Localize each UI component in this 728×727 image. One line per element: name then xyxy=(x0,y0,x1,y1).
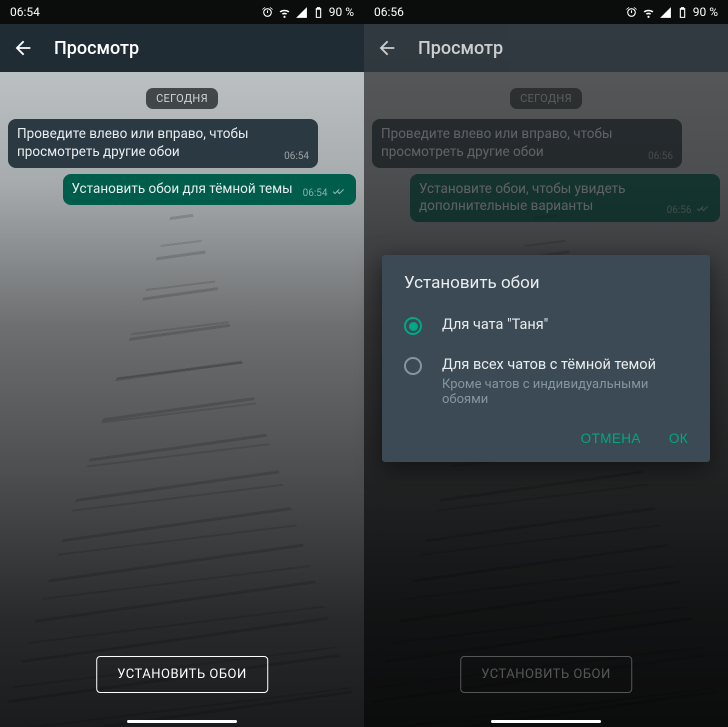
radio-label: Для всех чатов с тёмной темой xyxy=(442,355,688,375)
message-text: Установить обои для тёмной темы xyxy=(72,181,293,197)
radio-option-all-dark-chats[interactable]: Для всех чатов с тёмной темой Кроме чато… xyxy=(382,345,710,417)
alarm-icon xyxy=(261,6,274,19)
radio-icon xyxy=(404,317,422,335)
gesture-bar xyxy=(491,720,601,723)
status-bar: 06:56 90 % xyxy=(364,0,728,24)
battery-percent: 90 % xyxy=(693,5,718,19)
page-title: Просмотр xyxy=(418,38,503,59)
wifi-icon xyxy=(642,6,655,19)
screen-left: 06:54 90 % Просмотр СЕГОДНЯ Проведите вл… xyxy=(0,0,364,727)
status-bar: 06:54 90 % xyxy=(0,0,364,24)
gesture-bar xyxy=(127,720,237,723)
radio-label: Для чата "Таня" xyxy=(442,315,548,335)
battery-percent: 90 % xyxy=(329,5,354,19)
message-time: 06:54 xyxy=(284,150,309,163)
back-icon xyxy=(376,37,398,59)
radio-option-this-chat[interactable]: Для чата "Таня" xyxy=(382,305,710,345)
set-wallpaper-dialog: Установить обои Для чата "Таня" Для всех… xyxy=(382,255,710,462)
page-title: Просмотр xyxy=(54,38,139,59)
battery-icon xyxy=(312,6,325,19)
date-chip: СЕГОДНЯ xyxy=(146,88,218,109)
clock: 06:54 xyxy=(10,5,40,19)
alarm-icon xyxy=(625,6,638,19)
ok-button[interactable]: ОК xyxy=(669,431,688,446)
radio-icon xyxy=(404,357,422,375)
read-ticks-icon xyxy=(332,187,347,197)
set-wallpaper-button[interactable]: УСТАНОВИТЬ ОБОИ xyxy=(96,656,268,693)
cancel-button[interactable]: ОТМЕНА xyxy=(581,431,641,446)
signal-icon xyxy=(659,6,672,19)
chat-preview: СЕГОДНЯ Проведите влево или вправо, чтоб… xyxy=(0,72,364,727)
message-text: Проведите влево или вправо, чтобы просмо… xyxy=(17,126,248,160)
clock: 06:56 xyxy=(374,5,404,19)
battery-icon xyxy=(676,6,689,19)
radio-sublabel: Кроме чатов с индивидуальными обоями xyxy=(442,377,688,407)
dialog-title: Установить обои xyxy=(382,273,710,305)
app-bar: Просмотр xyxy=(0,24,364,72)
message-time: 06:54 xyxy=(303,187,347,200)
back-icon[interactable] xyxy=(12,37,34,59)
wifi-icon xyxy=(278,6,291,19)
screen-right: 06:56 90 % Просмотр СЕГОДНЯ Проведите вл… xyxy=(364,0,728,727)
signal-icon xyxy=(295,6,308,19)
app-bar: Просмотр xyxy=(364,24,728,72)
message-incoming: Проведите влево или вправо, чтобы просмо… xyxy=(8,119,318,168)
message-outgoing: Установить обои для тёмной темы 06:54 xyxy=(63,174,357,205)
